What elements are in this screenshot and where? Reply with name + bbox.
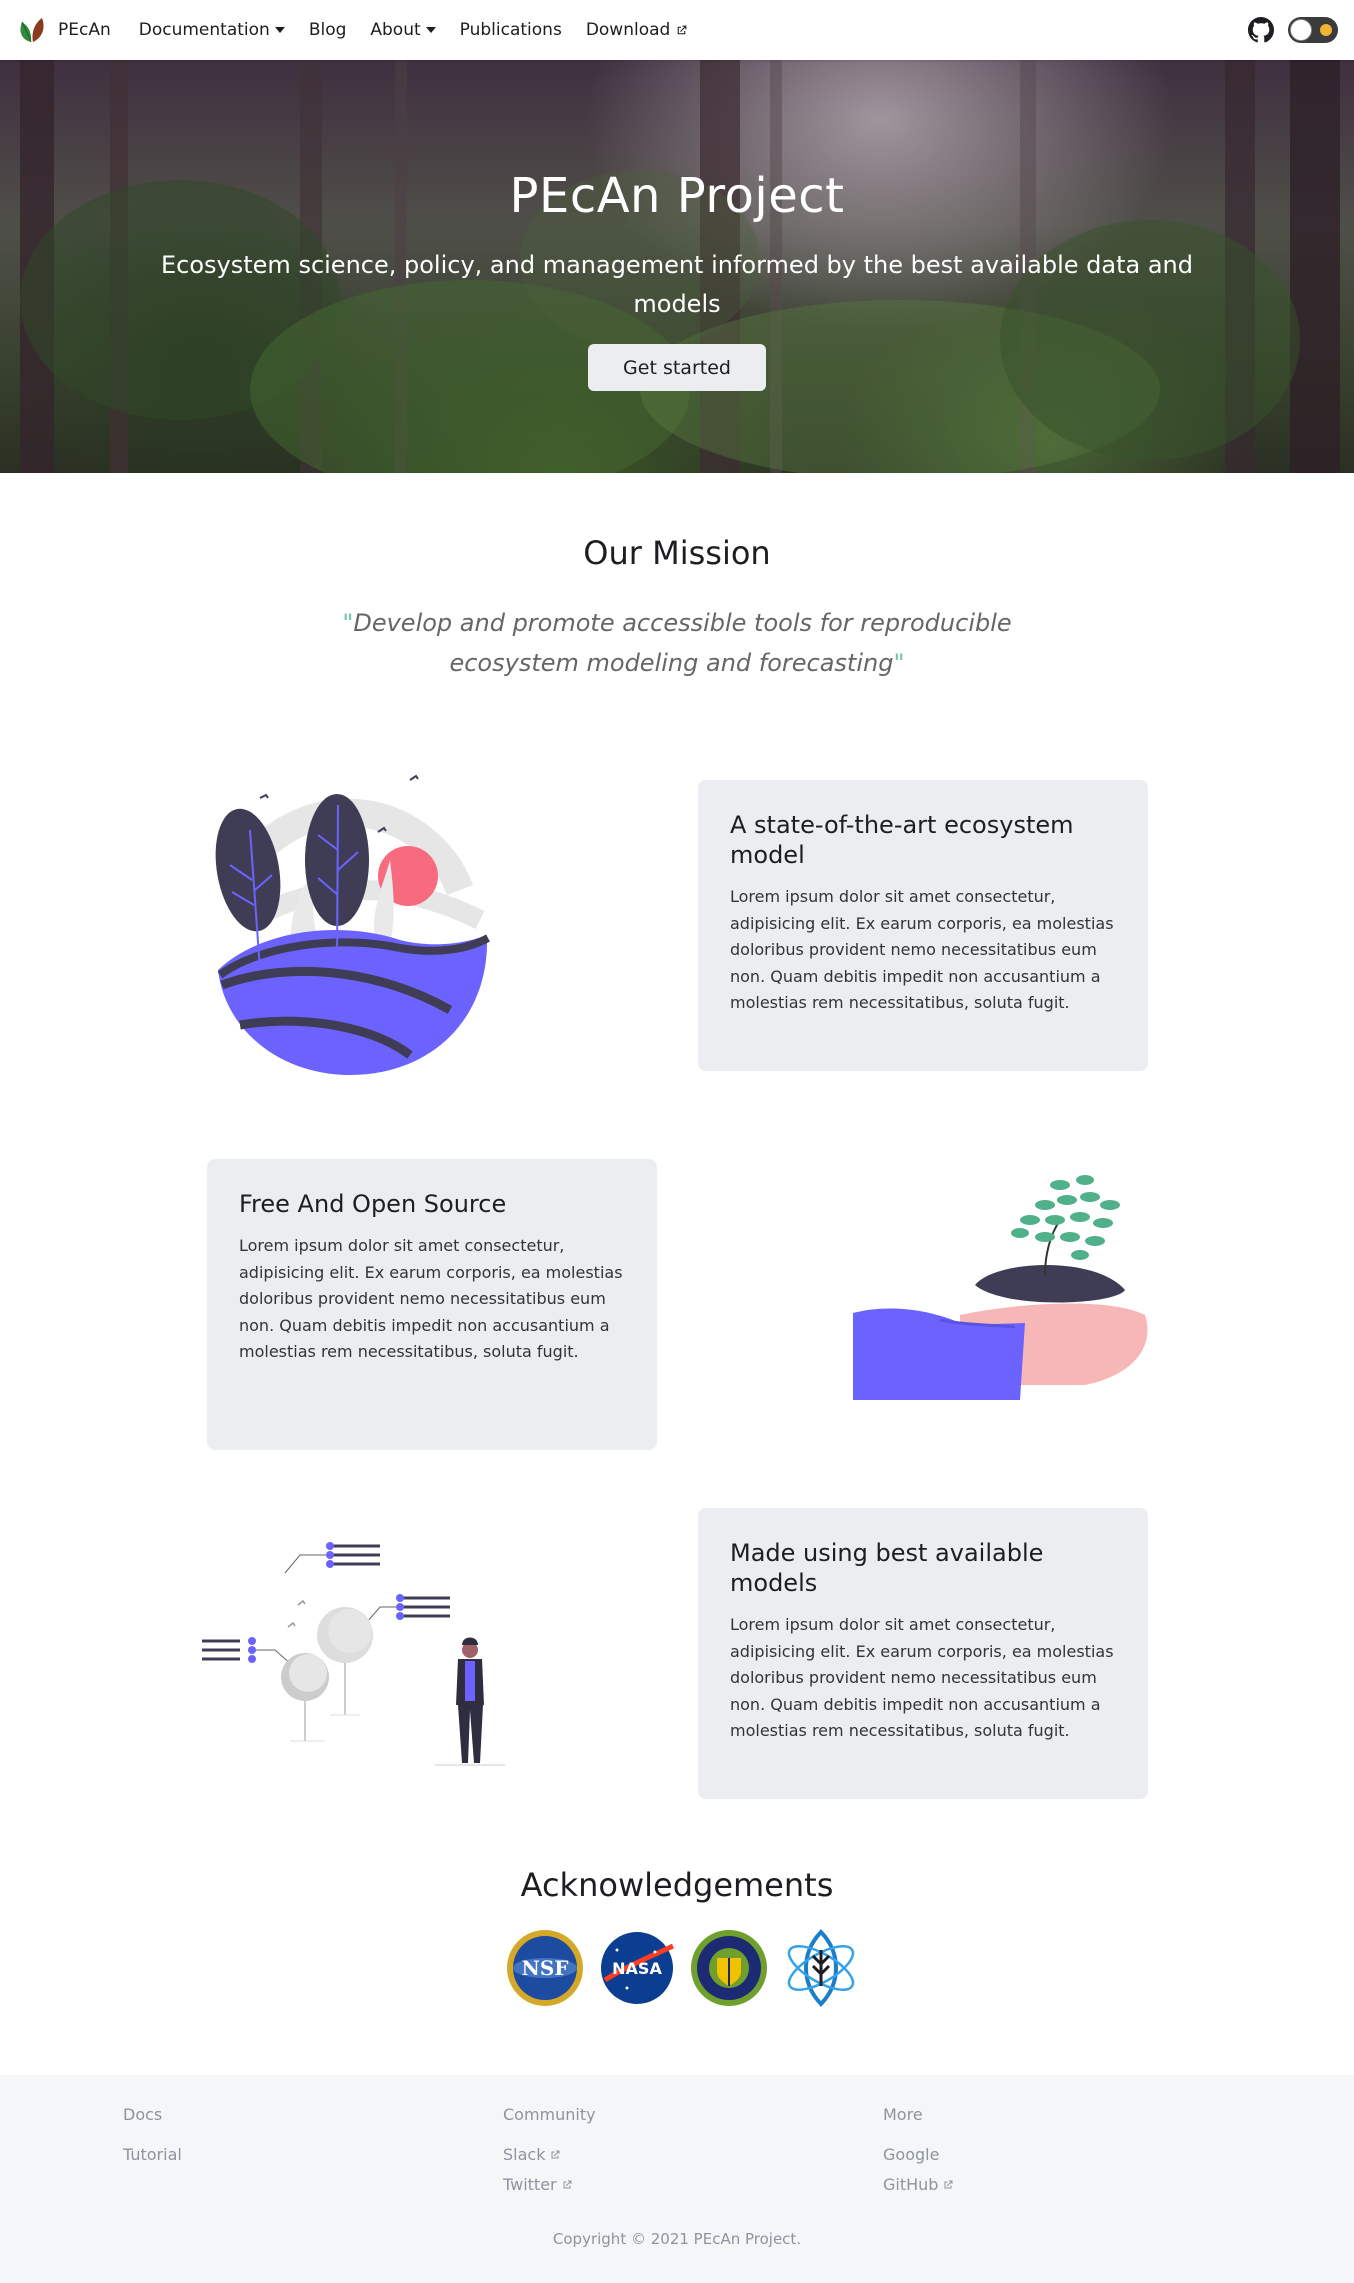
feature-text: Lorem ipsum dolor sit amet consectetur, … bbox=[730, 1615, 1114, 1740]
navbar-right bbox=[1248, 17, 1338, 43]
theme-toggle[interactable] bbox=[1288, 17, 1338, 43]
footer-link-label: Tutorial bbox=[123, 2145, 182, 2164]
external-link-icon bbox=[678, 25, 687, 34]
acknowledgements-title: Acknowledgements bbox=[520, 1866, 834, 1904]
footer-link-label: Twitter bbox=[503, 2175, 557, 2194]
doe-logo[interactable] bbox=[689, 1928, 769, 2008]
quote-close-mark: " bbox=[893, 649, 905, 677]
feature-text: Lorem ipsum dolor sit amet consectetur, … bbox=[730, 887, 1114, 1012]
person-with-data-trees-illustration bbox=[202, 1542, 505, 1766]
sun-icon bbox=[1320, 24, 1332, 36]
svg-text:NSF: NSF bbox=[522, 1956, 569, 1980]
footer-column-community: Community Slack Twitter bbox=[503, 2105, 596, 2205]
nav-about-label: About bbox=[370, 20, 421, 40]
svg-text:NASA: NASA bbox=[612, 1959, 662, 1978]
footer-link-github[interactable]: GitHub bbox=[883, 2175, 954, 2194]
toggle-knob bbox=[1290, 19, 1312, 41]
footer-column-title: More bbox=[883, 2105, 923, 2124]
arpa-e-logo[interactable] bbox=[781, 1928, 861, 2008]
github-icon[interactable] bbox=[1248, 17, 1274, 43]
nav-documentation-label: Documentation bbox=[138, 20, 270, 40]
external-link-icon bbox=[944, 2180, 953, 2188]
footer-link-tutorial[interactable]: Tutorial bbox=[123, 2145, 182, 2164]
nature-globe-illustration bbox=[215, 774, 490, 1075]
nav-publications[interactable]: Publications bbox=[460, 20, 562, 40]
footer-column-docs: Docs Tutorial bbox=[123, 2105, 182, 2175]
external-link-icon bbox=[551, 2150, 560, 2158]
nav-blog-label: Blog bbox=[308, 20, 347, 40]
feature-card-open-source: Free And Open Source Lorem ipsum dolor s… bbox=[207, 1159, 657, 1450]
footer: Docs Tutorial Community Slack Twitter Mo… bbox=[0, 2075, 1354, 2283]
footer-column-title: Docs bbox=[123, 2105, 163, 2124]
sponsor-logos: NSF NASA bbox=[505, 1928, 861, 2008]
footer-link-label: Google bbox=[883, 2145, 940, 2164]
mission-title: Our Mission bbox=[583, 534, 771, 572]
feature-card-best-models: Made using best available models Lorem i… bbox=[698, 1508, 1148, 1799]
leaf-logo-icon bbox=[20, 18, 44, 43]
nav-download[interactable]: Download bbox=[586, 20, 689, 40]
get-started-button[interactable]: Get started bbox=[588, 344, 766, 391]
nav-documentation[interactable]: Documentation bbox=[139, 20, 285, 40]
hand-holding-plant-illustration bbox=[853, 1175, 1148, 1400]
feature-card-ecosystem-model: A state-of-the-art ecosystem model Lorem… bbox=[698, 780, 1148, 1071]
footer-column-more: More Google GitHub bbox=[883, 2105, 954, 2205]
nav-about[interactable]: About bbox=[370, 20, 436, 40]
hero-title: PEcAn Project bbox=[509, 168, 845, 224]
brand-name: PEcAn bbox=[58, 20, 111, 40]
footer-link-label: GitHub bbox=[883, 2175, 939, 2194]
mission-quote: "Develop and promote accessible tools fo… bbox=[300, 603, 1054, 683]
hero-banner: PEcAn Project Ecosystem science, policy,… bbox=[0, 60, 1354, 473]
nasa-logo[interactable]: NASA bbox=[597, 1928, 677, 2008]
external-link-icon bbox=[563, 2180, 572, 2188]
nav-download-label: Download bbox=[585, 20, 671, 40]
feature-title: Made using best available models bbox=[730, 1539, 1044, 1597]
copyright-text: Copyright © 2021 PEcAn Project. bbox=[552, 2230, 802, 2248]
navbar: PEcAn Documentation Blog About Publicati… bbox=[0, 0, 1354, 60]
nav-blog[interactable]: Blog bbox=[309, 20, 347, 40]
feature-title: A state-of-the-art ecosystem model bbox=[730, 811, 1074, 869]
hero-subtitle: Ecosystem science, policy, and managemen… bbox=[161, 251, 1193, 318]
caret-down-icon bbox=[425, 27, 436, 33]
footer-link-google[interactable]: Google bbox=[883, 2145, 954, 2164]
nav-publications-label: Publications bbox=[459, 20, 562, 40]
feature-text: Lorem ipsum dolor sit amet consectetur, … bbox=[239, 1236, 623, 1361]
quote-open-mark: " bbox=[342, 609, 354, 637]
feature-title: Free And Open Source bbox=[239, 1190, 507, 1218]
mission-quote-text: Develop and promote accessible tools for… bbox=[353, 609, 1012, 677]
footer-link-slack[interactable]: Slack bbox=[503, 2145, 596, 2164]
footer-link-label: Slack bbox=[503, 2145, 546, 2164]
caret-down-icon bbox=[274, 27, 285, 33]
footer-column-title: Community bbox=[503, 2105, 596, 2124]
nsf-logo[interactable]: NSF bbox=[505, 1928, 585, 2008]
brand-link[interactable]: PEcAn bbox=[16, 16, 111, 44]
footer-link-twitter[interactable]: Twitter bbox=[503, 2175, 596, 2194]
